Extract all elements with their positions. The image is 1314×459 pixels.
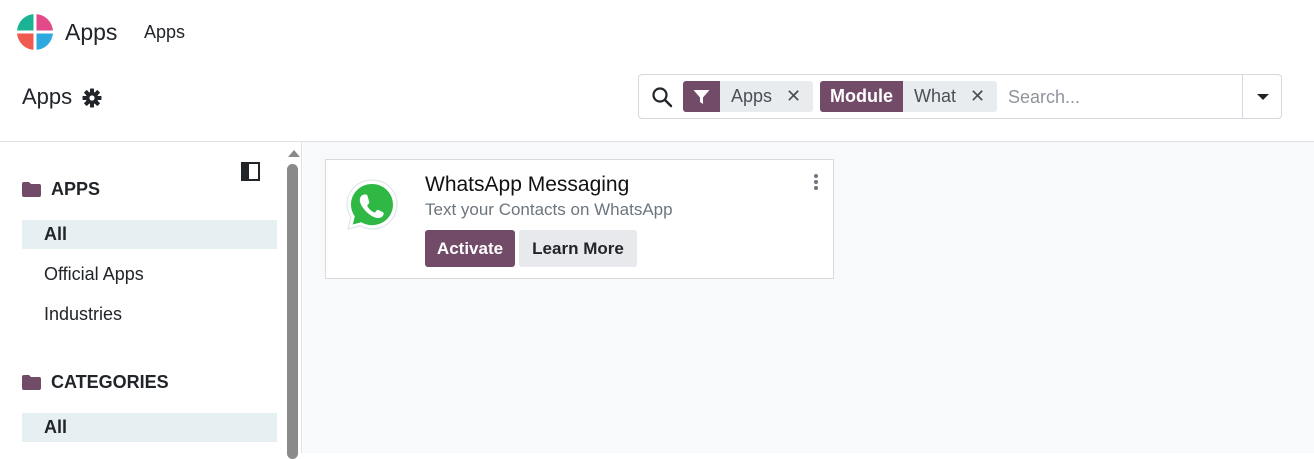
search-bar: Apps ✕ Module What ✕ bbox=[638, 74, 1282, 119]
folder-icon bbox=[22, 375, 41, 390]
search-icon[interactable] bbox=[651, 86, 673, 108]
facet-value: What bbox=[914, 86, 957, 106]
scrollbar-thumb[interactable] bbox=[287, 164, 298, 459]
odoo-app-logo-icon[interactable] bbox=[17, 14, 53, 50]
folder-icon bbox=[22, 182, 41, 197]
sidebar-section-apps: APPS bbox=[22, 179, 100, 200]
card-menu-kebab-icon[interactable] bbox=[808, 174, 824, 192]
sidebar-item-official-apps[interactable]: Official Apps bbox=[22, 260, 277, 289]
app-card-summary: Text your Contacts on WhatsApp bbox=[425, 200, 673, 219]
facet-remove-icon[interactable]: ✕ bbox=[782, 81, 813, 112]
section-title: APPS bbox=[51, 179, 101, 199]
gear-icon[interactable] bbox=[82, 88, 102, 108]
facet-remove-icon[interactable]: ✕ bbox=[966, 81, 997, 112]
sidebar-item-all-categories[interactable]: All bbox=[22, 413, 277, 442]
sidebar-collapse-icon[interactable] bbox=[241, 162, 260, 181]
breadcrumb: Apps bbox=[22, 84, 73, 109]
navbar-app-name[interactable]: Apps bbox=[65, 19, 117, 46]
facet-module-tag: Module bbox=[820, 81, 903, 112]
sidebar: APPS All Official Apps Industries CATEGO… bbox=[0, 142, 302, 459]
scroll-up-arrow-icon[interactable] bbox=[288, 150, 300, 157]
search-options-toggle[interactable] bbox=[1242, 75, 1281, 118]
control-panel: Apps Apps ✕ Module What ✕ Search... bbox=[0, 66, 1314, 142]
whatsapp-icon bbox=[346, 179, 398, 230]
search-input[interactable] bbox=[1008, 84, 1238, 110]
navbar-menu-apps[interactable]: Apps bbox=[144, 22, 185, 43]
caret-down-icon bbox=[1257, 94, 1269, 100]
sidebar-item-industries[interactable]: Industries bbox=[22, 300, 277, 329]
app-card[interactable]: WhatsApp Messaging Text your Contacts on… bbox=[325, 159, 834, 279]
sidebar-section-categories: CATEGORIES bbox=[22, 372, 169, 393]
activate-button[interactable]: Activate bbox=[425, 230, 515, 267]
learn-more-button[interactable]: Learn More bbox=[519, 230, 637, 267]
kanban-content: WhatsApp Messaging Text your Contacts on… bbox=[303, 142, 1314, 453]
sidebar-item-all-apps[interactable]: All bbox=[22, 220, 277, 249]
app-card-title[interactable]: WhatsApp Messaging bbox=[425, 173, 629, 197]
section-title: CATEGORIES bbox=[51, 372, 169, 392]
top-navbar: Apps Apps bbox=[0, 0, 1314, 66]
filter-icon bbox=[693, 89, 710, 104]
search-facet-module: Module What ✕ bbox=[820, 81, 998, 112]
facet-value: Apps bbox=[731, 86, 773, 106]
search-facet-filter: Apps ✕ bbox=[683, 81, 814, 112]
sidebar-scrollbar[interactable] bbox=[286, 142, 300, 459]
facet-filter-tag bbox=[683, 81, 720, 112]
